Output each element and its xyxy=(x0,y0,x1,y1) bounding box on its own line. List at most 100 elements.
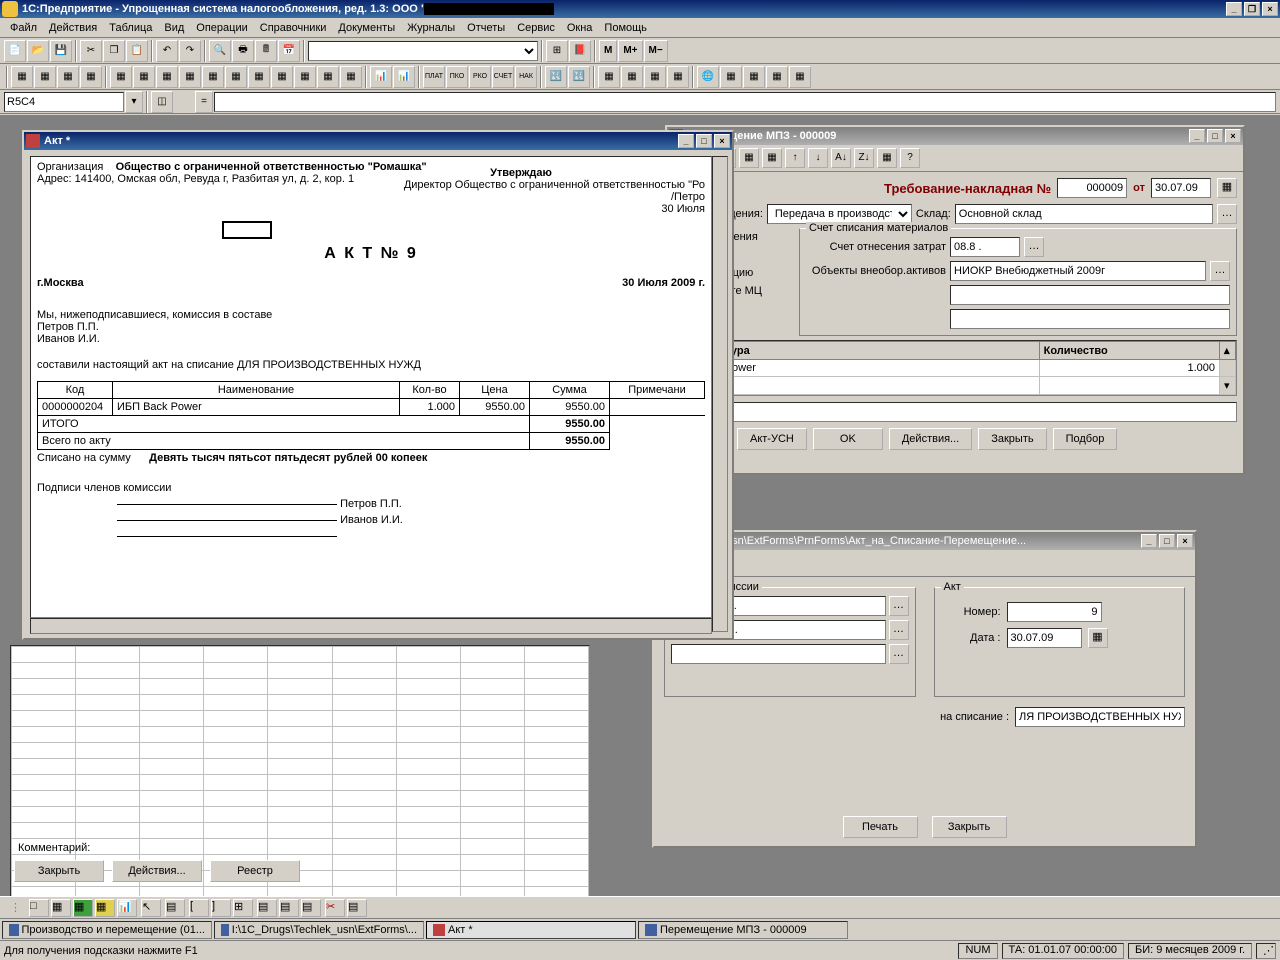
task-item[interactable]: Производство и перемещение (01... xyxy=(2,921,212,939)
tb2-icon[interactable]: ▦ xyxy=(294,66,316,88)
ext-close-button[interactable]: × xyxy=(1177,534,1193,548)
ext-date-cal-icon[interactable]: ▦ xyxy=(1088,628,1108,648)
req-tb-icon[interactable]: ▦ xyxy=(762,148,782,168)
req-sklad-more-button[interactable]: … xyxy=(1217,204,1237,224)
restore-button[interactable]: ❐ xyxy=(1244,2,1260,16)
tb-new-icon[interactable]: 📄 xyxy=(4,40,26,62)
menu-help[interactable]: Помощь xyxy=(598,20,653,36)
act-close-button[interactable]: × xyxy=(714,134,730,148)
req-select-button[interactable]: Подбор xyxy=(1053,428,1118,450)
tb2-icon[interactable]: ▦ xyxy=(644,66,666,88)
tb-cut-icon[interactable]: ✂ xyxy=(80,40,102,62)
tb-print-icon[interactable]: 🖶 xyxy=(232,40,254,62)
tb2-icon[interactable]: ▦ xyxy=(789,66,811,88)
ext-num-input[interactable] xyxy=(1007,602,1102,622)
req-tb-down-icon[interactable]: ↓ xyxy=(808,148,828,168)
tb-copy-icon[interactable]: ❐ xyxy=(103,40,125,62)
tb2-icon[interactable]: ▦ xyxy=(317,66,339,88)
req-obj-input[interactable] xyxy=(950,261,1206,281)
menu-refs[interactable]: Справочники xyxy=(254,20,333,36)
bt-chart-icon[interactable]: 📊 xyxy=(117,899,137,917)
act-titlebar[interactable]: Акт * _ □ × xyxy=(24,132,732,150)
req-close-button[interactable]: × xyxy=(1225,129,1241,143)
bt-icon[interactable]: □ xyxy=(29,899,49,917)
act-min-button[interactable]: _ xyxy=(678,134,694,148)
req-close-button2[interactable]: Закрыть xyxy=(978,428,1046,450)
tb2-icon[interactable]: ▦ xyxy=(202,66,224,88)
minimize-button[interactable]: _ xyxy=(1226,2,1242,16)
req-date-cal-icon[interactable]: ▦ xyxy=(1217,178,1237,198)
menu-table[interactable]: Таблица xyxy=(103,20,158,36)
act-window[interactable]: Акт * _ □ × Организация Общество с огран… xyxy=(22,130,734,640)
tb2-globe-icon[interactable]: 🌐 xyxy=(697,66,719,88)
tb2-icon[interactable]: ▦ xyxy=(80,66,102,88)
req-extra2-input[interactable] xyxy=(950,309,1230,329)
ext-date-input[interactable] xyxy=(1007,628,1082,648)
tb2-icon[interactable]: 🔣 xyxy=(568,66,590,88)
req-akt-button[interactable]: Акт-УСН xyxy=(737,428,807,450)
ext-print-button[interactable]: Печать xyxy=(843,816,918,838)
cellref-drop-icon[interactable]: ▾ xyxy=(125,91,143,113)
bt-icon[interactable]: ] xyxy=(211,899,231,917)
tb-mminus-icon[interactable]: M− xyxy=(644,40,668,62)
tb2-chart-icon[interactable]: 📊 xyxy=(370,66,392,88)
formula-btn-icon[interactable]: ◫ xyxy=(151,91,173,113)
req-item-qty[interactable]: 1.000 xyxy=(1039,360,1219,377)
bt-icon[interactable]: ▤ xyxy=(165,899,185,917)
ext-writeoff-input[interactable] xyxy=(1015,707,1185,727)
tb2-icon[interactable]: СЧЕТ xyxy=(492,66,514,88)
tb2-icon[interactable]: ПЛАТ xyxy=(423,66,445,88)
ext-max-button[interactable]: □ xyxy=(1159,534,1175,548)
tb2-icon[interactable]: ▦ xyxy=(766,66,788,88)
bt-icon[interactable]: ▤ xyxy=(257,899,277,917)
bt-icon[interactable]: ▤ xyxy=(347,899,367,917)
menu-reports[interactable]: Отчеты xyxy=(461,20,511,36)
tb-paste-icon[interactable]: 📋 xyxy=(126,40,148,62)
bg-actions-button[interactable]: Действия... xyxy=(112,860,202,882)
formula-eq-icon[interactable]: = xyxy=(195,91,213,113)
req-items-table[interactable]: оменклатура Количество ▴ БП Back Power 1… xyxy=(674,341,1236,395)
req-obj-more-button[interactable]: … xyxy=(1210,261,1230,281)
bg-close-button[interactable]: Закрыть xyxy=(14,860,104,882)
tb2-icon[interactable]: ▦ xyxy=(110,66,132,88)
req-tb-icon[interactable]: ▦ xyxy=(877,148,897,168)
cell-ref-input[interactable] xyxy=(4,92,124,112)
req-max-button[interactable]: □ xyxy=(1207,129,1223,143)
tb2-icon[interactable]: ▦ xyxy=(598,66,620,88)
task-item-active[interactable]: Акт * xyxy=(426,921,636,939)
req-actions-button[interactable]: Действия... xyxy=(889,428,972,450)
tb2-icon[interactable]: ▦ xyxy=(743,66,765,88)
act-max-button[interactable]: □ xyxy=(696,134,712,148)
task-item[interactable]: I:\1C_Drugs\Techlek_usn\ExtForms\... xyxy=(214,921,424,939)
req-tb-sort-icon[interactable]: A↓ xyxy=(831,148,851,168)
menu-operations[interactable]: Операции xyxy=(190,20,253,36)
tb-mplus-icon[interactable]: M+ xyxy=(618,40,642,62)
tb2-icon[interactable]: ▦ xyxy=(271,66,293,88)
tb-save-icon[interactable]: 💾 xyxy=(50,40,72,62)
menu-windows[interactable]: Окна xyxy=(561,20,599,36)
tb2-icon[interactable]: ▦ xyxy=(621,66,643,88)
req-move-select[interactable]: Передача в производство xyxy=(767,204,912,224)
requirement-window[interactable]: Перемещение МПЗ - 000009 _ □ × ▦ ▦ Dк ▦ … xyxy=(665,125,1245,475)
tb-m-icon[interactable]: M xyxy=(599,40,617,62)
bt-pointer-icon[interactable]: ↖ xyxy=(141,899,161,917)
tb-calendar-icon[interactable]: 📅 xyxy=(278,40,300,62)
act-document[interactable]: Организация Общество с ограниченной отве… xyxy=(30,156,712,618)
menu-file[interactable]: Файл xyxy=(4,20,43,36)
menu-view[interactable]: Вид xyxy=(158,20,190,36)
bt-icon[interactable]: ▤ xyxy=(279,899,299,917)
req-tb-icon[interactable]: ▦ xyxy=(739,148,759,168)
ext-member2-more[interactable]: … xyxy=(889,620,909,640)
bt-icon[interactable]: ⊞ xyxy=(233,899,253,917)
act-vscroll[interactable] xyxy=(712,156,728,632)
tb2-icon[interactable]: ▦ xyxy=(225,66,247,88)
tb-tree-icon[interactable]: ⊞ xyxy=(546,40,568,62)
tb2-icon[interactable]: ▦ xyxy=(340,66,362,88)
bt-cut-icon[interactable]: ✂ xyxy=(325,899,345,917)
menu-journals[interactable]: Журналы xyxy=(401,20,461,36)
req-acc-more-button[interactable]: … xyxy=(1024,237,1044,257)
menu-actions[interactable]: Действия xyxy=(43,20,103,36)
act-hscroll[interactable] xyxy=(30,618,712,634)
bt-icon[interactable]: ▦ xyxy=(73,899,93,917)
tb-combo[interactable] xyxy=(308,41,538,61)
